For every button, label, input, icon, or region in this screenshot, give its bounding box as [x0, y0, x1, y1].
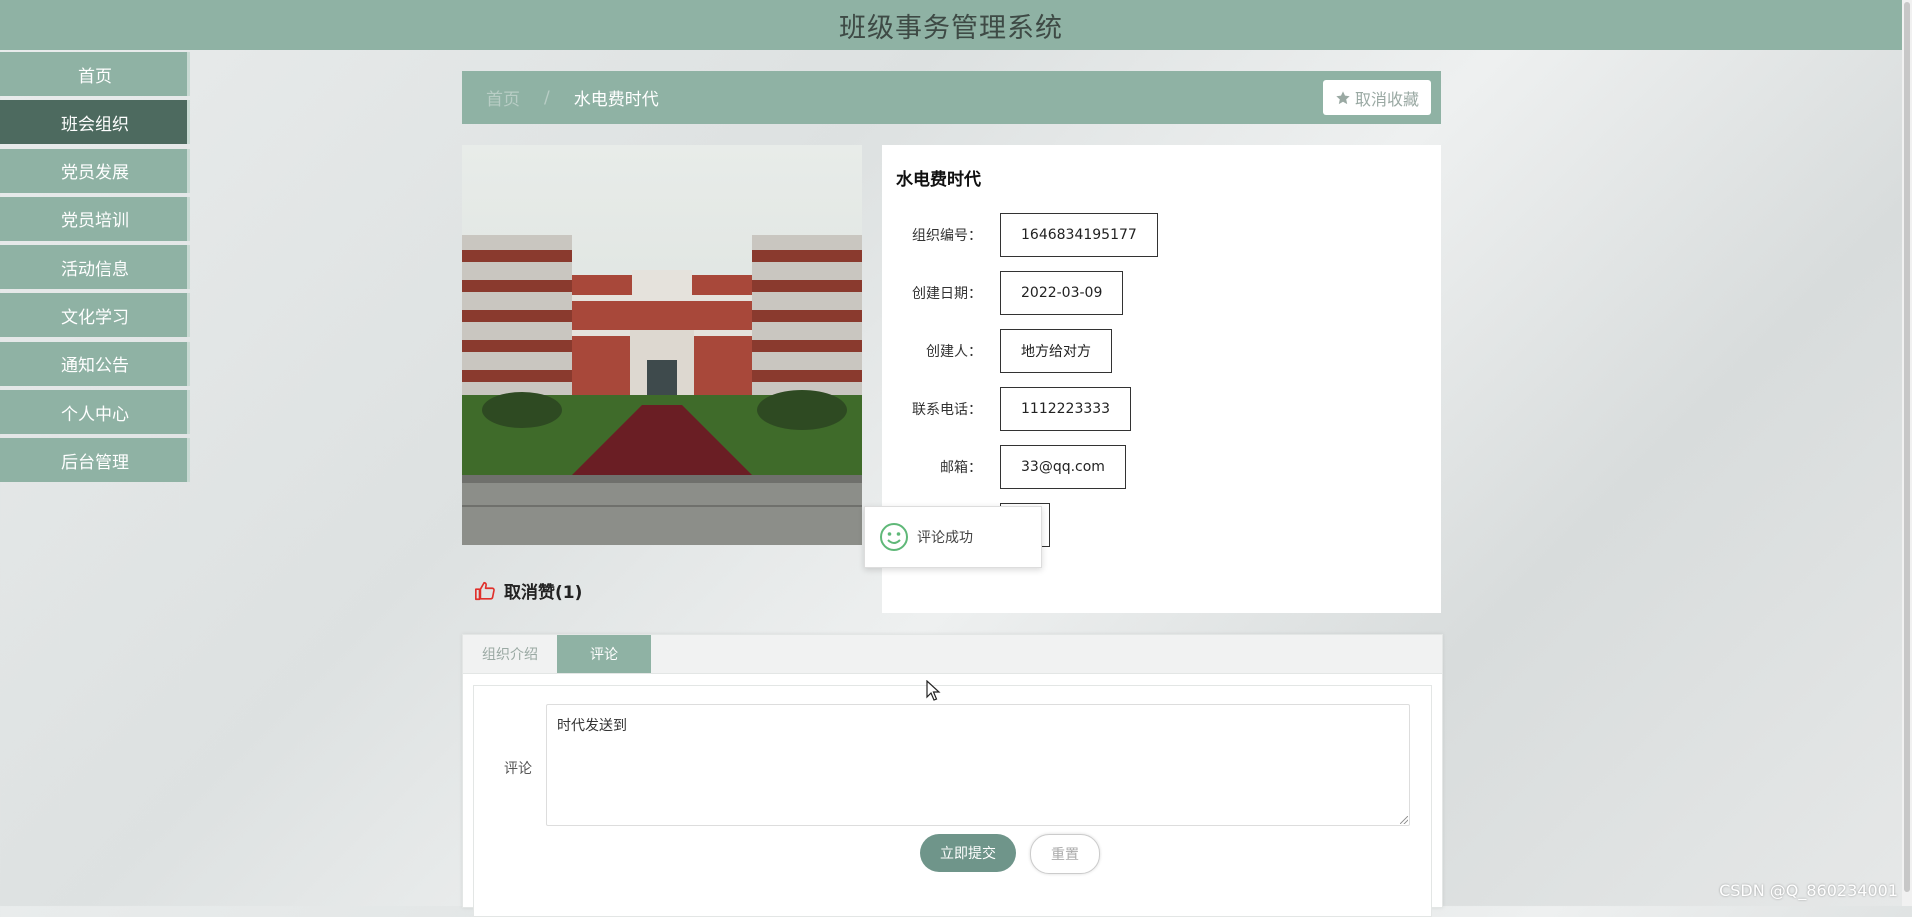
sidebar-nav: 首页 班会组织 党员发展 党员培训 活动信息 文化学习 通知公告 个人中心 后台… [0, 52, 190, 487]
tab-introduction[interactable]: 组织介绍 [463, 635, 557, 673]
star-icon [1336, 90, 1350, 104]
organization-photo [462, 145, 862, 545]
mouse-cursor-icon [926, 680, 941, 701]
field-label: 组织编号： [912, 228, 982, 244]
comment-textarea[interactable]: 时代发送到 [546, 704, 1410, 826]
field-create-date: 创建日期： 2022-03-09 [882, 270, 1124, 316]
tabs-card: 组织介绍 评论 评论 时代发送到 立即提交 重置 [462, 634, 1443, 917]
field-value: 地方给对方 [1000, 329, 1112, 373]
sidebar-item-home[interactable]: 首页 [0, 52, 190, 96]
app-header: 班级事务管理系统 [0, 0, 1902, 50]
tab-comment[interactable]: 评论 [557, 635, 651, 673]
like-label: 取消赞(1) [504, 583, 583, 603]
breadcrumb: 首页 / 水电费时代 取消收藏 [462, 71, 1441, 124]
comment-form: 评论 时代发送到 立即提交 重置 [473, 685, 1432, 917]
reset-button[interactable]: 重置 [1030, 834, 1100, 874]
comment-label: 评论 [504, 761, 532, 777]
field-value: 1646834195177 [1000, 213, 1158, 257]
unfavorite-label: 取消收藏 [1354, 89, 1419, 109]
detail-title: 水电费时代 [896, 170, 981, 190]
thumbs-up-icon [475, 581, 495, 600]
field-creator: 创建人： 地方给对方 [882, 328, 1112, 374]
field-org-number: 组织编号： 1646834195177 [882, 212, 1158, 258]
page-scrollbar[interactable] [1902, 0, 1912, 906]
toast-message: 评论成功 [917, 530, 973, 546]
breadcrumb-current: 水电费时代 [573, 90, 659, 110]
sidebar-item-admin[interactable]: 后台管理 [0, 438, 190, 483]
field-label: 创建人： [926, 344, 982, 360]
sidebar-item-class-meeting[interactable]: 班会组织 [0, 100, 190, 145]
sidebar-item-personal[interactable]: 个人中心 [0, 390, 190, 435]
field-email: 邮箱： 33@qq.com [882, 444, 1126, 490]
breadcrumb-home-link[interactable]: 首页 [486, 85, 520, 110]
field-value: 2022-03-09 [1000, 271, 1124, 315]
toast-notification: 评论成功 [864, 506, 1042, 568]
field-label: 邮箱： [940, 460, 982, 476]
unlike-button[interactable]: 取消赞(1) [474, 578, 582, 603]
sidebar-item-party-training[interactable]: 党员培训 [0, 196, 190, 241]
watermark: CSDN @Q_860234001 [1719, 881, 1898, 900]
breadcrumb-separator: / [544, 87, 550, 108]
field-value: 33@qq.com [1000, 445, 1126, 489]
field-label: 联系电话： [912, 402, 982, 418]
app-title: 班级事务管理系统 [839, 12, 1063, 44]
field-phone: 联系电话： 1112223333 [882, 386, 1132, 432]
sidebar-item-culture[interactable]: 文化学习 [0, 293, 190, 338]
sidebar-item-activity[interactable]: 活动信息 [0, 245, 190, 290]
unfavorite-button[interactable]: 取消收藏 [1322, 80, 1431, 115]
field-value: 1112223333 [1000, 387, 1132, 431]
smile-icon [880, 523, 908, 551]
sidebar-item-notice[interactable]: 通知公告 [0, 341, 190, 386]
resize-handle-icon[interactable] [1400, 816, 1408, 824]
tab-bar: 组织介绍 评论 [463, 635, 1442, 674]
submit-button[interactable]: 立即提交 [920, 834, 1016, 872]
field-label: 创建日期： [912, 286, 982, 302]
sidebar-item-party-development[interactable]: 党员发展 [0, 148, 190, 193]
